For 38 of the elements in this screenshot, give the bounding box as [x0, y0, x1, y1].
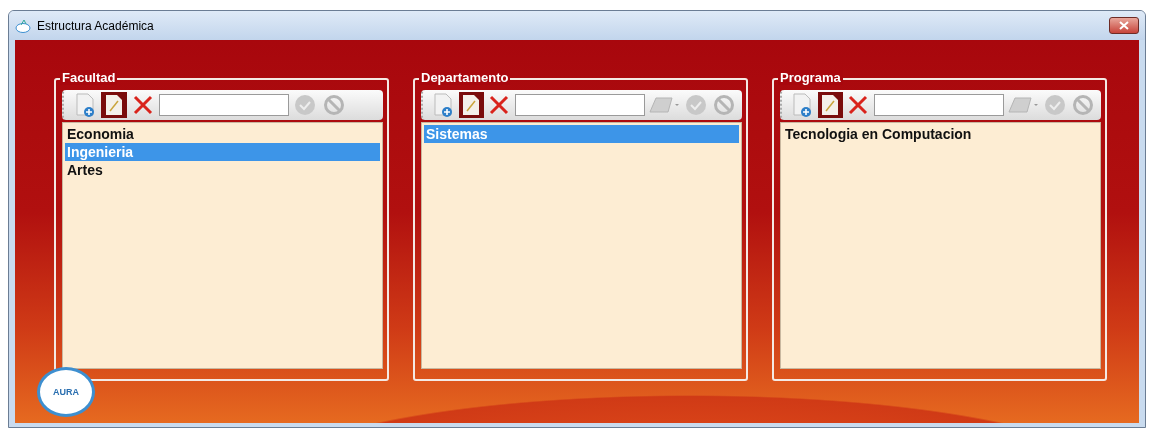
search-field[interactable] [873, 94, 1004, 116]
edit-document-icon [820, 94, 841, 116]
edit-button[interactable] [101, 92, 127, 118]
cancel-icon [1071, 94, 1094, 116]
new-document-icon [432, 93, 455, 117]
list-item[interactable]: Artes [65, 161, 380, 179]
cancel-button[interactable] [321, 92, 347, 118]
new-document-icon [791, 93, 814, 117]
app-icon [15, 18, 31, 33]
edit-document-icon [461, 94, 482, 116]
cancel-button[interactable] [1070, 92, 1095, 118]
edit-button[interactable] [458, 92, 484, 118]
cancel-button[interactable] [711, 92, 736, 118]
accept-button[interactable] [292, 92, 318, 118]
group-title: Departamento [419, 70, 511, 85]
close-icon [847, 94, 870, 116]
accept-button[interactable] [683, 92, 709, 118]
edit-button[interactable] [817, 92, 843, 118]
list-item[interactable]: Economia [65, 125, 380, 143]
close-button[interactable] [1109, 17, 1139, 34]
check-icon [1043, 94, 1066, 116]
accept-button[interactable] [1042, 92, 1068, 118]
close-icon [488, 94, 511, 116]
check-icon [684, 94, 707, 116]
search-field[interactable] [514, 94, 645, 116]
close-icon [1119, 21, 1129, 30]
group-title: Facultad [60, 70, 118, 85]
close-icon [132, 94, 154, 116]
edit-document-icon [104, 94, 124, 116]
list-item[interactable]: Tecnologia en Computacion [783, 125, 1098, 143]
logo-text: AURA [53, 387, 79, 397]
window-title: Estructura Académica [37, 18, 155, 33]
cancel-icon [323, 94, 345, 116]
group-title: Programa [778, 70, 843, 85]
new-document-icon [74, 93, 96, 117]
check-icon [294, 94, 316, 116]
search-field[interactable] [159, 94, 289, 116]
cancel-icon [712, 94, 735, 116]
